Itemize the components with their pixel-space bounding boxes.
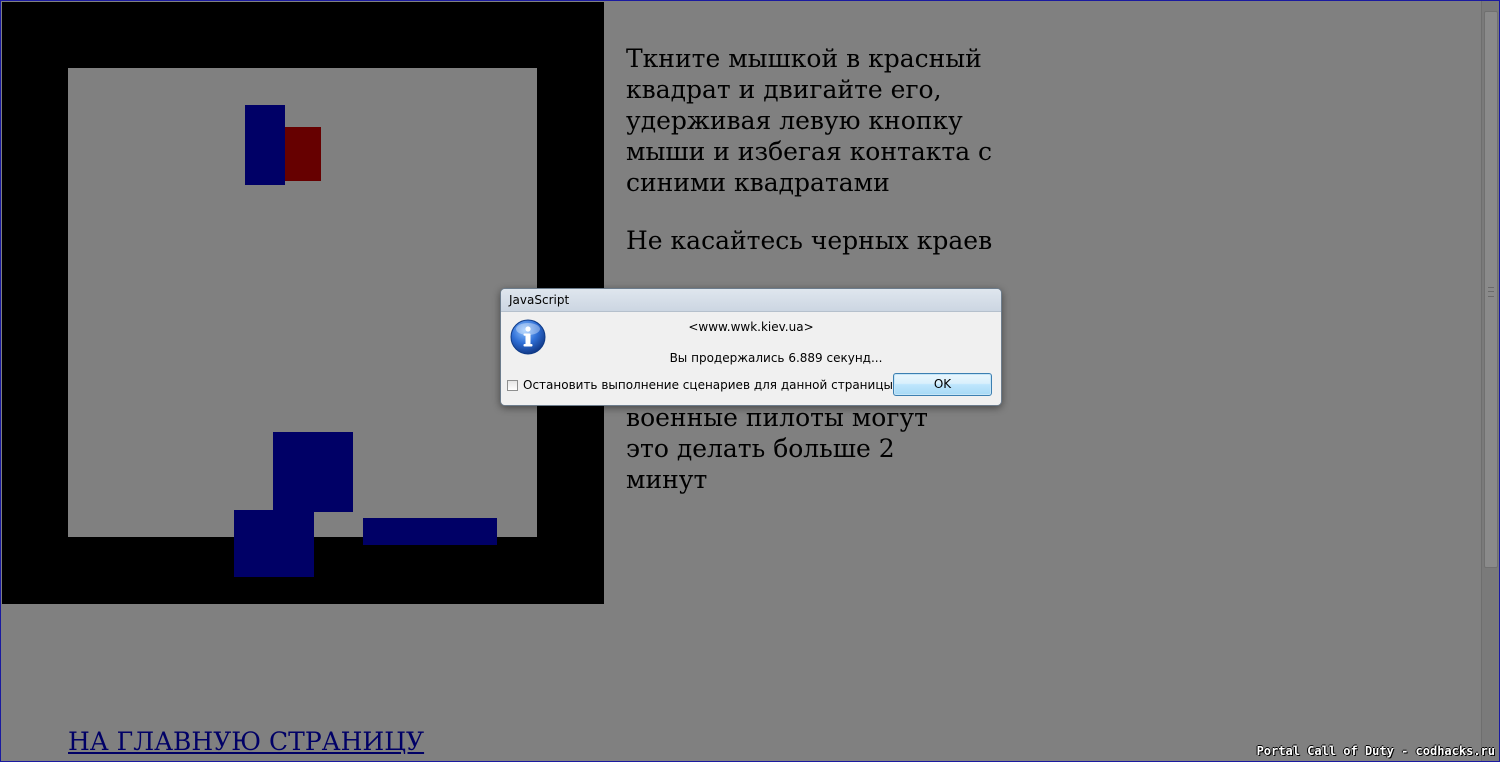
vertical-scrollbar[interactable]: [1481, 1, 1499, 761]
stop-scripts-checkbox[interactable]: [507, 379, 518, 391]
alert-dialog: JavaScript <www.wwk.kiev.ua> Вы продержа…: [500, 288, 1002, 406]
scrollbar-thumb[interactable]: [1484, 11, 1498, 568]
watermark: Portal Call of Duty - codhacks.ru: [1256, 744, 1495, 758]
enemy-square: [273, 432, 353, 512]
enemy-square: [245, 105, 285, 185]
page: Ткните мышкой в красный квадрат и двигай…: [0, 0, 1500, 762]
enemy-square: [234, 510, 314, 577]
dialog-origin: <www.wwk.kiev.ua>: [688, 320, 814, 334]
ok-button[interactable]: OK: [893, 373, 992, 396]
dialog-message: Вы продержались 6.889 секунд...: [669, 351, 883, 365]
instruction-text: Не касайтесь черных краев: [626, 226, 993, 255]
instructions: Ткните мышкой в красный квадрат и двигай…: [626, 43, 1006, 283]
enemy-rectangle: [363, 518, 497, 545]
instruction-text: Ткните мышкой в красный квадрат и двигай…: [626, 44, 993, 197]
stop-scripts-option[interactable]: Остановить выполнение сценариев для данн…: [507, 377, 893, 393]
grip-icon: [1488, 287, 1494, 297]
pilot-note: военные пилоты могут это делать больше 2…: [626, 403, 928, 494]
dialog-titlebar[interactable]: JavaScript: [501, 289, 1001, 312]
dialog-body: <www.wwk.kiev.ua> Вы продержались 6.889 …: [501, 312, 1001, 405]
stop-scripts-label[interactable]: Остановить выполнение сценариев для данн…: [523, 378, 893, 392]
home-link[interactable]: НА ГЛАВНУЮ СТРАНИЦУ: [68, 727, 424, 756]
dialog-title: JavaScript: [509, 293, 570, 307]
player-square[interactable]: [285, 127, 321, 181]
